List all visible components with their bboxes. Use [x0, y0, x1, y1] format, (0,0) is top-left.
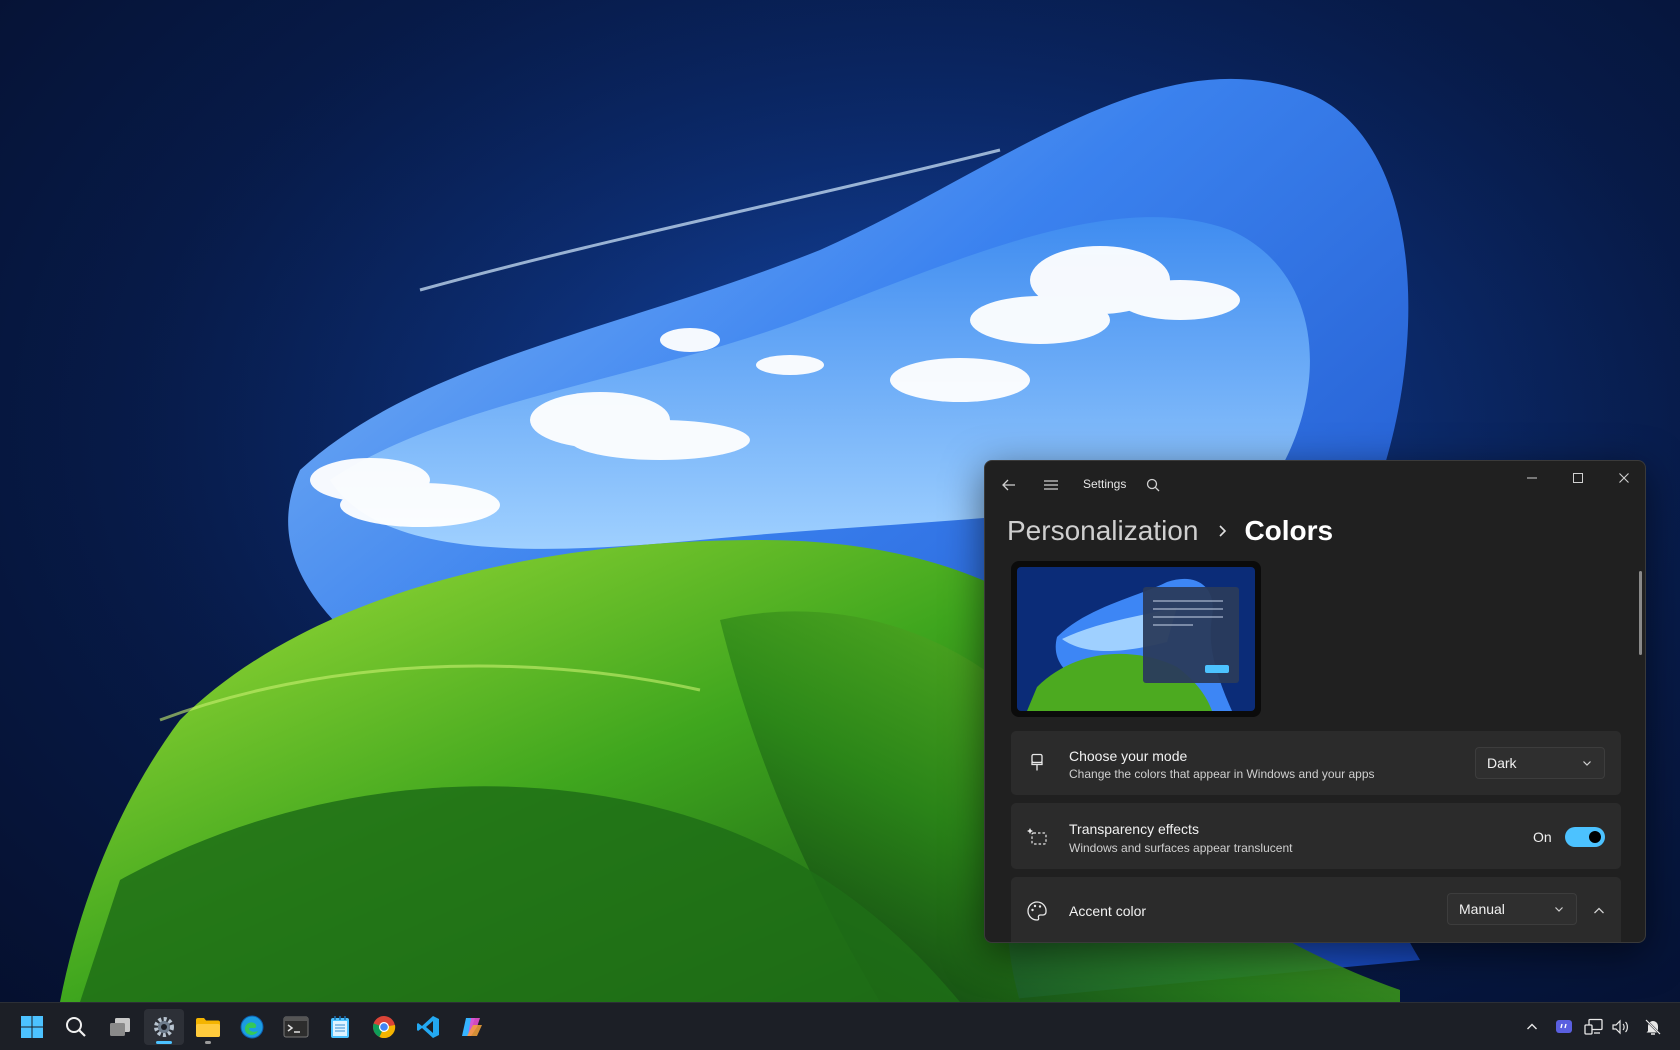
breadcrumb: Personalization Colors [1007, 511, 1333, 551]
setting-transparency: Transparency effects Windows and surface… [1011, 803, 1621, 869]
back-arrow-icon [1002, 479, 1015, 491]
dropdown-value: Manual [1459, 901, 1505, 917]
chevron-up-icon [1527, 1023, 1537, 1030]
minimize-button[interactable] [1509, 461, 1555, 495]
settings-window: Settings Personalization Colors Choose y… [984, 460, 1646, 943]
setting-description: Windows and surfaces appear translucent [1069, 841, 1293, 855]
taskbar-edge[interactable] [232, 1009, 272, 1045]
collapse-button[interactable] [1587, 899, 1611, 923]
setting-choose-mode: Choose your mode Change the colors that … [1011, 731, 1621, 795]
window-title: Settings [1083, 477, 1127, 491]
tray-app-button[interactable] [1553, 1015, 1575, 1039]
volume-icon [1612, 1019, 1628, 1035]
show-hidden-icons-button[interactable] [1521, 1015, 1543, 1039]
theme-preview [1011, 561, 1261, 717]
chevron-right-icon [1218, 524, 1228, 538]
transparency-toggle[interactable] [1565, 827, 1605, 847]
running-indicator [205, 1041, 211, 1044]
chrome-icon [373, 1016, 396, 1039]
close-icon [1619, 473, 1629, 483]
maximize-button[interactable] [1555, 461, 1601, 495]
setting-title: Accent color [1069, 903, 1147, 919]
volume-button[interactable] [1609, 1015, 1631, 1039]
taskbar-vscode[interactable] [408, 1009, 448, 1045]
search-icon [66, 1017, 86, 1037]
folder-icon [196, 1018, 220, 1037]
palette-icon [1025, 899, 1049, 923]
back-button[interactable] [993, 469, 1025, 501]
transparency-icon [1025, 824, 1049, 848]
notification-button[interactable] [1642, 1015, 1664, 1039]
search-button[interactable] [1137, 469, 1169, 501]
vscode-icon [417, 1016, 439, 1038]
start-button[interactable] [12, 1009, 52, 1045]
network-button[interactable] [1583, 1015, 1605, 1039]
toggle-knob [1589, 831, 1601, 843]
network-icon [1584, 1018, 1603, 1035]
title-bar: Settings [985, 461, 1645, 507]
minimize-icon [1527, 477, 1537, 479]
terminal-icon [283, 1016, 309, 1038]
dropdown-value: Dark [1487, 755, 1517, 771]
hamburger-icon [1044, 480, 1058, 490]
edge-icon [240, 1015, 264, 1039]
taskbar-settings[interactable] [144, 1009, 184, 1045]
breadcrumb-parent[interactable]: Personalization [1007, 515, 1198, 547]
setting-accent-color[interactable]: Accent color Manual [1011, 877, 1621, 942]
taskbar-file-explorer[interactable] [188, 1009, 228, 1045]
windows-logo-icon [21, 1016, 43, 1038]
active-indicator [156, 1041, 172, 1044]
taskbar [0, 1002, 1680, 1050]
page-title: Colors [1244, 515, 1334, 546]
setting-title: Choose your mode [1069, 748, 1188, 764]
setting-title: Transparency effects [1069, 821, 1199, 837]
brush-icon [1025, 751, 1049, 775]
accent-color-dropdown[interactable]: Manual [1447, 893, 1577, 925]
mode-dropdown[interactable]: Dark [1475, 747, 1605, 779]
navigation-menu-button[interactable] [1035, 469, 1067, 501]
chevron-up-icon [1594, 907, 1604, 914]
scrollbar[interactable] [1639, 571, 1642, 655]
maximize-icon [1573, 473, 1583, 483]
search-icon [1146, 478, 1160, 492]
chevron-down-icon [1555, 907, 1563, 912]
setting-description: Change the colors that appear in Windows… [1069, 767, 1375, 781]
close-button[interactable] [1601, 461, 1645, 495]
task-view-button[interactable] [100, 1009, 140, 1045]
notification-icon [1645, 1019, 1661, 1035]
taskbar-notepad[interactable] [320, 1009, 360, 1045]
copilot-icon [462, 1018, 482, 1036]
taskbar-search-button[interactable] [56, 1009, 96, 1045]
taskbar-copilot[interactable] [452, 1009, 492, 1045]
chevron-down-icon [1583, 761, 1591, 766]
preview-wallpaper-image [1017, 567, 1255, 711]
task-view-icon [110, 1018, 130, 1036]
toggle-state-label: On [1533, 829, 1552, 845]
notepad-icon [331, 1016, 349, 1038]
taskbar-terminal[interactable] [276, 1009, 316, 1045]
app-tray-icon [1556, 1020, 1572, 1033]
gear-icon [154, 1017, 174, 1037]
taskbar-chrome[interactable] [364, 1009, 404, 1045]
